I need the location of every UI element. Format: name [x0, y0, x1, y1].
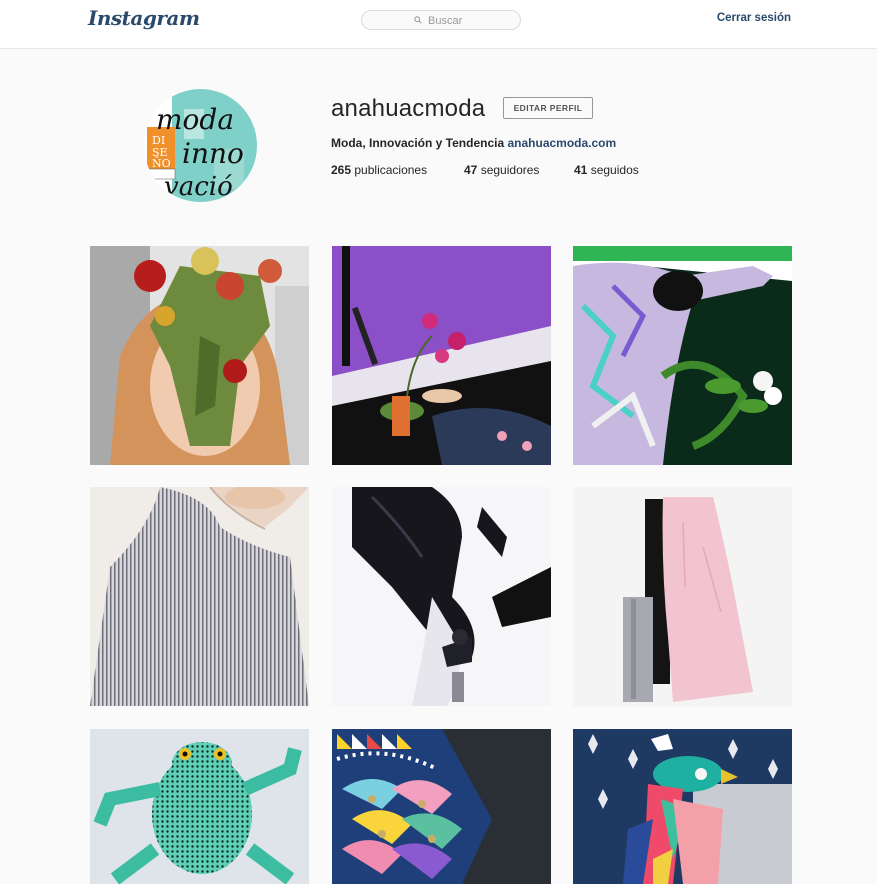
profile-avatar[interactable]: moda DI SE ÑO inno vació — [144, 89, 257, 202]
post-thumbnail[interactable] — [332, 729, 551, 884]
posts-count-label: publicaciones — [354, 163, 428, 177]
post-thumbnail[interactable] — [90, 246, 309, 465]
post-thumbnail[interactable] — [90, 729, 309, 884]
avatar-text-inno: inno — [182, 137, 244, 170]
post-image-printed-jacket — [573, 246, 792, 465]
profile-bio: Moda, Innovación y Tendencia anahuacmoda… — [331, 136, 616, 150]
post-thumbnail[interactable] — [573, 246, 792, 465]
bio-website-link[interactable]: anahuacmoda.com — [507, 136, 616, 150]
following-count-label: seguidos — [590, 163, 639, 177]
post-image-beaded-frog — [90, 729, 309, 884]
post-image-floral-portrait — [90, 246, 309, 465]
post-image-striped-blouse — [90, 487, 309, 706]
post-thumbnail[interactable] — [90, 487, 309, 706]
followers-count-label: seguidores — [480, 163, 540, 177]
followers-count[interactable]: 47 seguidores — [464, 163, 539, 177]
post-thumbnail[interactable] — [573, 487, 792, 706]
post-image-pink-coat — [573, 487, 792, 706]
avatar-text-moda: moda — [156, 103, 234, 136]
post-thumbnail[interactable] — [573, 729, 792, 884]
avatar-image: moda DI SE ÑO inno vació — [144, 89, 257, 202]
post-thumbnail[interactable] — [332, 487, 551, 706]
bio-text: Moda, Innovación y Tendencia — [331, 136, 505, 150]
avatar-text-vacio: vació — [164, 172, 233, 202]
edit-profile-button[interactable]: EDITAR PERFIL — [503, 97, 593, 119]
following-count-value: 41 — [574, 163, 588, 177]
posts-count: 265 publicaciones — [331, 163, 427, 177]
search-input[interactable] — [428, 13, 518, 28]
logout-link[interactable]: Cerrar sesión — [717, 12, 791, 24]
following-count[interactable]: 41 seguidos — [574, 163, 639, 177]
avatar-text-no: ÑO — [152, 156, 171, 170]
profile-username: anahuacmoda — [331, 95, 486, 122]
followers-count-value: 47 — [464, 163, 478, 177]
search-box[interactable] — [361, 10, 521, 30]
post-image-geometric-parrot — [573, 729, 792, 884]
post-image-orchid — [332, 246, 551, 465]
posts-count-value: 265 — [331, 163, 352, 177]
post-image-black-satin — [332, 487, 551, 706]
post-image-geometric-bird — [332, 729, 551, 884]
instagram-logo[interactable]: Instagram — [88, 6, 200, 30]
top-navigation-bar: Instagram Cerrar sesión — [0, 0, 877, 49]
post-thumbnail[interactable] — [332, 246, 551, 465]
search-icon — [414, 16, 422, 24]
